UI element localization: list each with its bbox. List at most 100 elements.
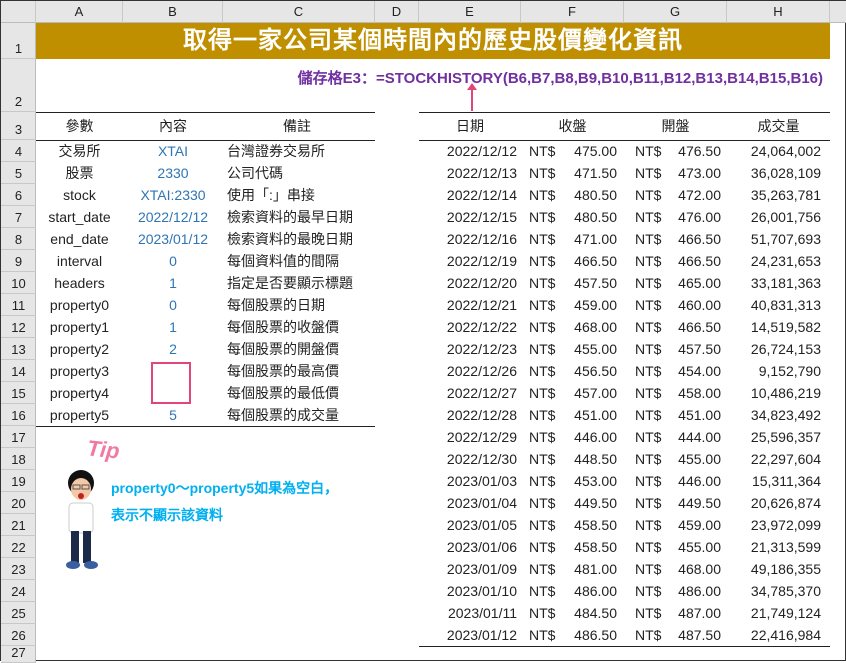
close-price: 486.50 xyxy=(574,627,617,643)
tip-text-line2: 表示不顯示該資料 xyxy=(111,507,223,523)
volume: 22,416,984 xyxy=(750,627,821,643)
row-header-27[interactable]: 27 xyxy=(1,645,36,663)
param-name: interval xyxy=(56,253,103,269)
open-price: 486.00 xyxy=(678,583,721,599)
row-header-21[interactable]: 21 xyxy=(1,514,36,536)
open-price: 444.00 xyxy=(678,429,721,445)
column-header-E[interactable]: E xyxy=(419,1,521,23)
stock-date: 2023/01/12 xyxy=(446,627,517,643)
param-value[interactable]: 1 xyxy=(123,316,223,338)
formula-note: 儲存格E3：=STOCKHISTORY(B6,B7,B8,B9,B10,B11,… xyxy=(297,70,823,87)
stock-header: 收盤 xyxy=(558,118,587,134)
param-name: 交易所 xyxy=(58,143,101,159)
row-header-20[interactable]: 20 xyxy=(1,492,36,514)
select-all-corner[interactable] xyxy=(1,1,36,23)
column-header-H[interactable]: H xyxy=(727,1,830,23)
open-price: 449.50 xyxy=(678,495,721,511)
param-value[interactable]: 1 xyxy=(123,272,223,294)
table-border-top xyxy=(36,112,375,113)
stock-header: 成交量 xyxy=(757,118,800,134)
param-value[interactable]: 0 xyxy=(123,250,223,272)
close-price: 458.50 xyxy=(574,539,617,555)
volume: 26,001,756 xyxy=(750,209,821,225)
stock-date: 2022/12/26 xyxy=(446,363,517,379)
column-header-F[interactable]: F xyxy=(521,1,624,23)
param-note: 每個股票的最高價 xyxy=(227,363,339,379)
row-header-23[interactable]: 23 xyxy=(1,558,36,580)
stock-date: 2023/01/10 xyxy=(446,583,517,599)
open-price: 466.50 xyxy=(678,319,721,335)
row-header-3[interactable]: 3 xyxy=(1,112,36,140)
volume: 24,231,653 xyxy=(750,253,821,269)
param-value[interactable]: 2330 xyxy=(123,162,223,184)
row-header-19[interactable]: 19 xyxy=(1,470,36,492)
row-header-24[interactable]: 24 xyxy=(1,580,36,602)
stock-date: 2023/01/05 xyxy=(446,517,517,533)
row-header-7[interactable]: 7 xyxy=(1,206,36,228)
close-price: 475.00 xyxy=(574,143,617,159)
param-value[interactable]: 0 xyxy=(123,294,223,316)
row-header-5[interactable]: 5 xyxy=(1,162,36,184)
row-header-10[interactable]: 10 xyxy=(1,272,36,294)
volume: 51,707,693 xyxy=(750,231,821,247)
volume: 26,724,153 xyxy=(750,341,821,357)
tip-text-line1: property0～property5如果為空白， xyxy=(111,480,339,496)
column-header-extra[interactable] xyxy=(830,1,846,23)
volume: 34,823,492 xyxy=(750,407,821,423)
column-header-B[interactable]: B xyxy=(123,1,223,23)
stock-date: 2022/12/28 xyxy=(446,407,517,423)
row-header-26[interactable]: 26 xyxy=(1,624,36,646)
sheet-title: 取得一家公司某個時間內的歷史股價變化資訊 xyxy=(36,23,830,59)
table-border-bottom xyxy=(36,426,375,427)
stock-border-top xyxy=(419,112,830,113)
row-header-17[interactable]: 17 xyxy=(1,426,36,448)
column-header-D[interactable]: D xyxy=(375,1,419,23)
param-name: property5 xyxy=(49,407,110,423)
param-value[interactable]: XTAI:2330 xyxy=(123,184,223,206)
row-header-25[interactable]: 25 xyxy=(1,602,36,624)
row-header-12[interactable]: 12 xyxy=(1,316,36,338)
close-price: 448.50 xyxy=(574,451,617,467)
param-value[interactable]: 2023/01/12 xyxy=(123,228,223,250)
row-header-2[interactable]: 2 xyxy=(1,59,36,112)
param-value[interactable]: XTAI xyxy=(123,140,223,162)
open-price: 466.50 xyxy=(678,231,721,247)
close-price: 471.50 xyxy=(574,165,617,181)
close-price: 486.00 xyxy=(574,583,617,599)
row-header-11[interactable]: 11 xyxy=(1,294,36,316)
column-header-G[interactable]: G xyxy=(624,1,727,23)
volume: 9,152,790 xyxy=(758,363,821,379)
open-price: 472.00 xyxy=(678,187,721,203)
column-header-A[interactable]: A xyxy=(36,1,123,23)
row-header-4[interactable]: 4 xyxy=(1,140,36,162)
row-header-18[interactable]: 18 xyxy=(1,448,36,470)
param-name: end_date xyxy=(50,231,109,247)
param-note: 每個股票的開盤價 xyxy=(227,341,339,357)
column-header-C[interactable]: C xyxy=(223,1,375,23)
volume: 35,263,781 xyxy=(750,187,821,203)
open-price: 487.00 xyxy=(678,605,721,621)
param-value[interactable]: 2022/12/12 xyxy=(123,206,223,228)
row-header-8[interactable]: 8 xyxy=(1,228,36,250)
stock-date: 2022/12/29 xyxy=(446,429,517,445)
stock-date: 2023/01/06 xyxy=(446,539,517,555)
row-header-6[interactable]: 6 xyxy=(1,184,36,206)
row-header-14[interactable]: 14 xyxy=(1,360,36,382)
stock-date: 2022/12/21 xyxy=(446,297,517,313)
param-name: start_date xyxy=(48,209,111,225)
param-value[interactable]: 5 xyxy=(123,404,223,426)
row-header-16[interactable]: 16 xyxy=(1,404,36,426)
row-header-9[interactable]: 9 xyxy=(1,250,36,272)
row-header-15[interactable]: 15 xyxy=(1,382,36,404)
close-price: 466.50 xyxy=(574,253,617,269)
stock-date: 2023/01/04 xyxy=(446,495,517,511)
close-price: 455.00 xyxy=(574,341,617,357)
row-header-22[interactable]: 22 xyxy=(1,536,36,558)
row-header-1[interactable]: 1 xyxy=(1,23,36,59)
column-headers: ABCDEFGH xyxy=(1,1,846,23)
stock-date: 2022/12/27 xyxy=(446,385,517,401)
param-value[interactable]: 2 xyxy=(123,338,223,360)
param-note: 每個股票的成交量 xyxy=(227,407,339,423)
param-note: 檢索資料的最早日期 xyxy=(227,209,353,225)
row-header-13[interactable]: 13 xyxy=(1,338,36,360)
